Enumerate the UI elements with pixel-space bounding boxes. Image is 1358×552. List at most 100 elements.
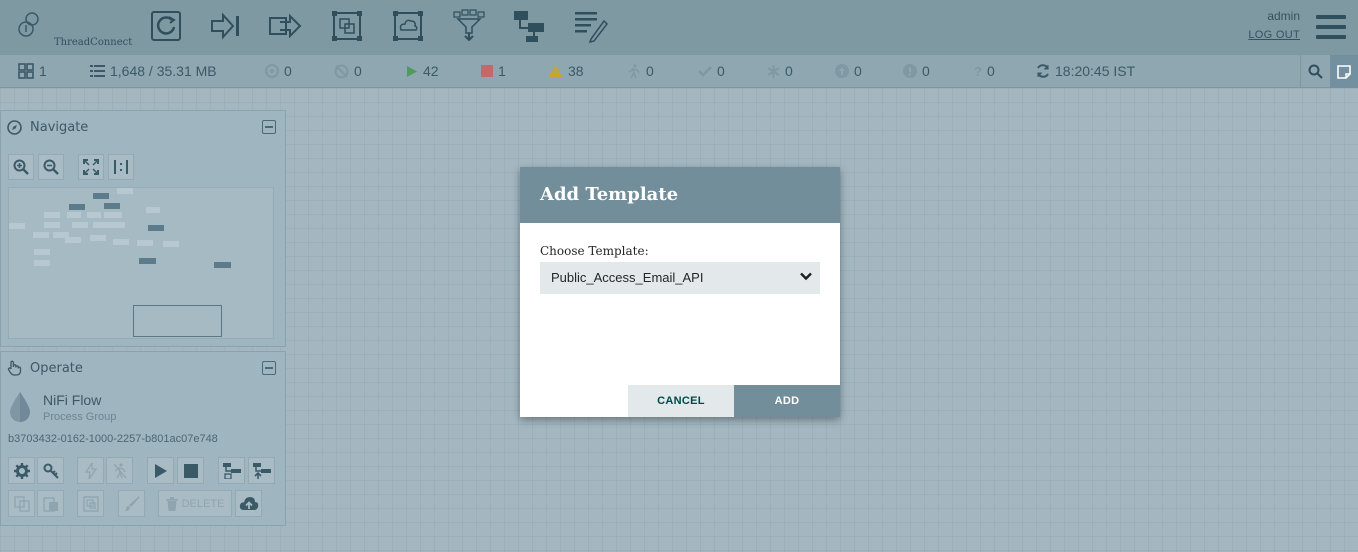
navigate-header[interactable]: Navigate [1, 111, 285, 143]
copy-icon [13, 495, 30, 512]
paintbrush-icon [124, 495, 140, 511]
operate-minimize-button[interactable] [262, 361, 276, 375]
delete-button[interactable]: DELETE [158, 490, 232, 517]
birdseye-component [34, 260, 50, 266]
asterisk-icon [767, 64, 780, 78]
remote-process-group-icon [393, 11, 423, 41]
input-port-icon [211, 12, 239, 40]
stat-running: 42 [406, 63, 439, 79]
dialog-title: Add Template [520, 167, 840, 223]
flow-type: Process Group [43, 411, 117, 423]
group-button[interactable] [77, 490, 104, 517]
key-icon [43, 463, 59, 479]
configure-button[interactable] [8, 457, 35, 484]
zoom-out-button[interactable] [38, 154, 64, 180]
birdseye-component [137, 240, 153, 246]
cancel-button[interactable]: CANCEL [628, 385, 734, 417]
stat-refresh[interactable]: 18:20:45 IST [1036, 63, 1135, 79]
play-icon [407, 65, 417, 77]
birdseye-component [104, 203, 120, 209]
copy-button[interactable] [8, 490, 35, 517]
birdseye-component [214, 262, 231, 268]
remote-process-group-button[interactable] [390, 8, 426, 44]
stat-active-threads: 1 [18, 63, 47, 79]
stop-button[interactable] [177, 457, 204, 484]
refresh-icon [1037, 64, 1049, 78]
check-icon [698, 66, 712, 77]
input-port-button[interactable] [208, 8, 244, 44]
output-port-button[interactable] [268, 8, 304, 44]
template-button[interactable] [512, 8, 548, 44]
birdseye-component [90, 235, 106, 241]
process-group-drop-icon [10, 392, 30, 422]
transmitting-icon [265, 64, 279, 78]
search-icon [1308, 64, 1323, 79]
cloud-upload-icon [239, 496, 258, 510]
funnel-button[interactable] [451, 8, 487, 44]
navigate-minimize-button[interactable] [262, 120, 276, 134]
list-icon [90, 65, 105, 77]
zoom-out-icon [43, 159, 59, 175]
label-button[interactable] [573, 8, 609, 44]
processor-button[interactable] [148, 8, 184, 44]
start-button[interactable] [147, 457, 174, 484]
actual-size-button[interactable] [108, 154, 134, 180]
trash-icon [165, 496, 178, 511]
birdseye-component [87, 212, 101, 218]
paste-button[interactable] [37, 490, 64, 517]
label-icon [575, 12, 608, 43]
create-template-button[interactable] [218, 457, 245, 484]
stop-icon [481, 65, 493, 77]
play-icon [154, 463, 167, 478]
global-menu-button[interactable] [1316, 14, 1346, 40]
disabled-icon [113, 462, 126, 478]
fit-button[interactable] [78, 154, 104, 180]
logo-icon [18, 12, 39, 37]
access-policies-button[interactable] [37, 457, 64, 484]
operate-header[interactable]: Operate [1, 352, 285, 384]
bulletin-board-button[interactable] [1330, 55, 1358, 88]
arrow-circle-up-icon [835, 64, 849, 78]
stat-locally-modified-stale: 0 [903, 63, 930, 79]
birdseye-component [33, 232, 49, 238]
birdseye-view[interactable] [8, 187, 274, 339]
enable-button[interactable] [77, 457, 104, 484]
template-select[interactable]: Public_Access_Email_API [540, 262, 820, 294]
birdseye-component [72, 222, 88, 228]
search-button[interactable] [1300, 55, 1330, 88]
disabled-icon [628, 63, 640, 78]
stat-sync-failure: ? 0 [974, 63, 995, 79]
header: ThreadConnect admin LOG OUT [0, 0, 1358, 55]
birdseye-viewport[interactable] [133, 305, 222, 337]
bolt-icon [84, 462, 97, 479]
create-template-icon [222, 462, 241, 479]
birdseye-component [104, 212, 122, 218]
birdseye-component [113, 239, 129, 245]
change-color-button[interactable] [118, 490, 145, 517]
birdseye-component [93, 222, 109, 228]
birdseye-component [148, 225, 164, 231]
choose-template-label: Choose Template: [540, 244, 649, 258]
stat-invalid: 38 [548, 63, 584, 79]
birdseye-component [109, 222, 125, 228]
exclamation-circle-icon [903, 64, 917, 78]
upload-button[interactable] [235, 490, 262, 517]
stat-stale: 0 [835, 63, 862, 79]
username: admin [1267, 9, 1300, 23]
stat-queued: 1,648 / 35.31 MB [90, 63, 217, 79]
operate-panel: Operate NiFi Flow Process Group b3703432… [0, 351, 286, 526]
logout-link[interactable]: LOG OUT [1248, 29, 1300, 41]
upload-template-button[interactable] [248, 457, 275, 484]
navigate-title: Navigate [30, 119, 89, 135]
gear-icon [13, 462, 30, 479]
navigate-panel: Navigate [0, 110, 286, 347]
zoom-in-button[interactable] [8, 154, 34, 180]
birdseye-component [93, 193, 109, 199]
logo: ThreadConnect [16, 10, 132, 48]
disable-button[interactable] [106, 457, 133, 484]
add-button[interactable]: ADD [734, 385, 840, 417]
flow-name: NiFi Flow [43, 392, 102, 408]
output-port-icon [269, 13, 302, 39]
process-group-button[interactable] [329, 8, 365, 44]
stat-disabled: 0 [627, 63, 654, 79]
